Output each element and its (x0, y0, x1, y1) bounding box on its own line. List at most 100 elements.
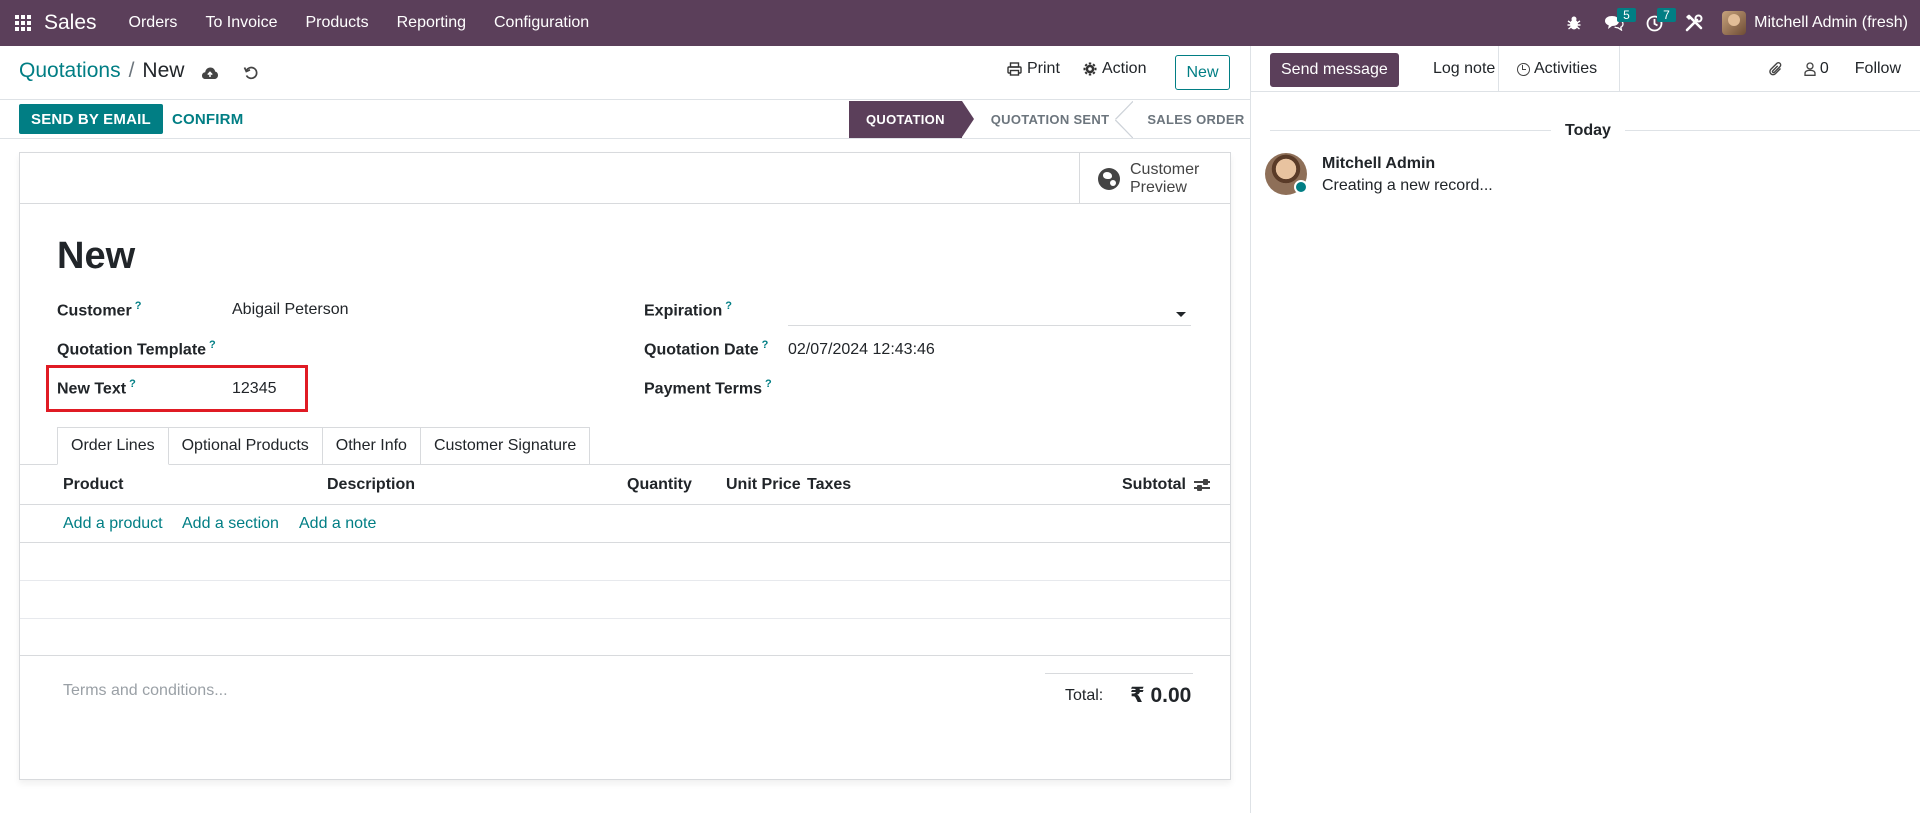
print-label: Print (1027, 60, 1060, 77)
record-title: New (57, 235, 136, 277)
send-message-button[interactable]: Send message (1270, 53, 1399, 87)
clock-icon (1517, 62, 1530, 76)
empty-table-row (20, 543, 1230, 581)
save-cloud-icon[interactable] (199, 62, 221, 84)
help-tooltip-icon[interactable]: ? (135, 300, 142, 312)
new-text-label: New Text? (57, 378, 136, 398)
breadcrumb-quotations-link[interactable]: Quotations (19, 59, 121, 83)
chatter-tab-separator (1619, 46, 1620, 92)
apps-menu-icon[interactable] (0, 0, 46, 46)
follow-button[interactable]: Follow (1841, 60, 1920, 78)
chatter-actions: 0 Follow (1756, 46, 1920, 92)
stage-sales-order[interactable]: SALES ORDER (1127, 101, 1244, 138)
total-amount: ₹ 0.00 (1130, 684, 1192, 707)
quotation-date-label: Quotation Date? (644, 339, 769, 359)
new-record-button[interactable]: New (1175, 55, 1230, 90)
send-by-email-button[interactable]: SEND BY EMAIL (19, 104, 163, 134)
optional-columns-icon[interactable] (1194, 478, 1210, 492)
menu-reporting[interactable]: Reporting (383, 0, 480, 46)
help-tooltip-icon[interactable]: ? (765, 378, 772, 390)
new-text-field[interactable]: 12345 (232, 380, 277, 398)
column-unit-price[interactable]: Unit Price (726, 476, 801, 494)
activities-button[interactable]: Activities (1517, 46, 1597, 92)
tab-order-lines[interactable]: Order Lines (57, 427, 169, 465)
customer-preview-button[interactable]: Customer Preview (1079, 153, 1230, 204)
expiration-label: Expiration? (644, 300, 732, 320)
column-taxes[interactable]: Taxes (807, 476, 851, 494)
action-button[interactable]: Action (1083, 60, 1146, 78)
user-name: Mitchell Admin (fresh) (1754, 14, 1908, 31)
stage-quotation[interactable]: QUOTATION (849, 101, 974, 138)
chatter-topbar: Send message Log note Activities 0 Follo… (1251, 46, 1920, 92)
menu-products[interactable]: Products (291, 0, 382, 46)
add-section-link[interactable]: Add a section (182, 515, 279, 533)
empty-table-row (20, 618, 1230, 656)
customer-label: Customer? (57, 300, 142, 320)
form-sheet: Customer Preview New Customer? Abigail P… (19, 152, 1231, 780)
add-note-link[interactable]: Add a note (299, 515, 376, 533)
menu-configuration[interactable]: Configuration (480, 0, 603, 46)
gear-icon (1083, 62, 1097, 76)
tab-customer-signature[interactable]: Customer Signature (420, 427, 591, 465)
followers-button[interactable]: 0 (1796, 60, 1841, 78)
attachment-paperclip-icon[interactable] (1756, 61, 1796, 77)
payment-terms-label: Payment Terms? (644, 378, 772, 398)
add-line-row: Add a product Add a section Add a note (20, 505, 1230, 543)
column-description[interactable]: Description (327, 476, 415, 494)
chatter-panel: Send message Log note Activities 0 Follo… (1250, 46, 1920, 813)
messages-count-badge: 5 (1617, 8, 1636, 22)
total-label: Total: (1065, 687, 1104, 704)
tab-other-info[interactable]: Other Info (322, 427, 421, 465)
stage-quotation-sent[interactable]: QUOTATION SENT (974, 101, 1133, 138)
add-product-link[interactable]: Add a product (63, 515, 163, 533)
quotation-template-field[interactable] (232, 340, 532, 360)
date-separator-label: Today (1551, 122, 1625, 140)
table-bottom-border (20, 655, 1230, 656)
chevron-down-icon (1176, 312, 1186, 317)
help-tooltip-icon[interactable]: ? (209, 339, 216, 351)
app-name[interactable]: Sales (44, 11, 97, 35)
tab-optional-products[interactable]: Optional Products (168, 427, 323, 465)
action-label: Action (1102, 60, 1147, 77)
breadcrumb-separator: / (128, 59, 135, 82)
activities-clock-icon[interactable]: 7 (1634, 0, 1676, 46)
customer-field[interactable]: Abigail Peterson (232, 301, 349, 319)
help-tooltip-icon[interactable]: ? (129, 378, 136, 390)
confirm-button[interactable]: CONFIRM (160, 104, 255, 134)
help-tooltip-icon[interactable]: ? (725, 300, 732, 312)
discard-undo-icon[interactable] (240, 62, 262, 84)
order-lines-header: Product Description Quantity Unit Price … (20, 465, 1230, 505)
activities-label: Activities (1534, 60, 1598, 77)
print-button[interactable]: Print (1007, 60, 1060, 78)
tools-icon[interactable] (1674, 0, 1714, 46)
button-box: Customer Preview (20, 153, 1230, 204)
statusbar: SEND BY EMAIL CONFIRM QUOTATION QUOTATIO… (0, 101, 1250, 139)
print-icon (1007, 62, 1022, 76)
menu-to-invoice[interactable]: To Invoice (191, 0, 291, 46)
message-author[interactable]: Mitchell Admin (1322, 155, 1435, 173)
message-body: Creating a new record... (1322, 177, 1493, 194)
column-product[interactable]: Product (63, 476, 123, 494)
user-icon (1804, 62, 1816, 76)
user-menu[interactable]: Mitchell Admin (fresh) (1714, 11, 1920, 35)
column-subtotal[interactable]: Subtotal (1122, 476, 1186, 494)
stage-pipeline: QUOTATION QUOTATION SENT SALES ORDER (849, 101, 1245, 138)
online-status-indicator (1294, 180, 1308, 194)
breadcrumb: Quotations / New (19, 59, 184, 83)
control-panel: Quotations / New Print Action New (0, 46, 1250, 100)
expiration-field[interactable] (788, 300, 1191, 326)
payment-terms-field[interactable] (788, 380, 1191, 400)
top-navbar: Sales Orders To Invoice Products Reporti… (0, 0, 1920, 46)
quotation-date-field[interactable]: 02/07/2024 12:43:46 (788, 341, 935, 359)
activities-count-badge: 7 (1657, 8, 1676, 22)
help-tooltip-icon[interactable]: ? (762, 339, 769, 351)
customer-preview-label: Customer Preview (1130, 160, 1200, 196)
column-quantity[interactable]: Quantity (627, 476, 692, 494)
messages-icon[interactable]: 5 (1594, 0, 1636, 46)
total-divider (1045, 673, 1193, 674)
terms-and-conditions-field[interactable]: Terms and conditions... (63, 682, 228, 700)
debug-bug-icon[interactable] (1554, 0, 1594, 46)
user-avatar (1722, 11, 1747, 35)
empty-table-row (20, 581, 1230, 619)
menu-orders[interactable]: Orders (115, 0, 192, 46)
